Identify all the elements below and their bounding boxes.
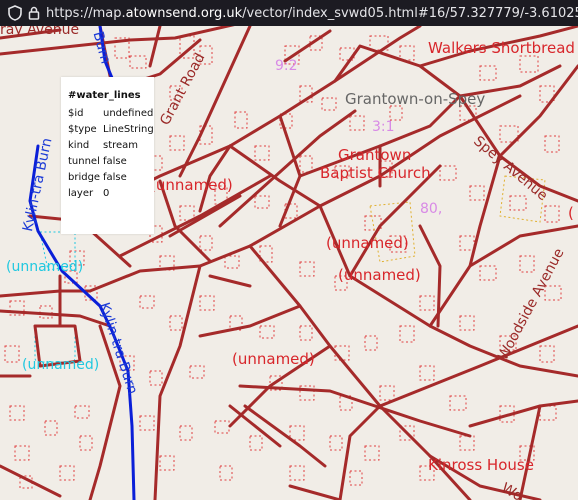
url-prefix: https://map.: [46, 5, 126, 21]
unnamed-road-label-4: (unnamed): [232, 350, 315, 368]
popup-row: tunnel false: [68, 153, 154, 169]
url-domain: atownsend.org.uk: [125, 5, 243, 21]
unnamed-road-label-1: (unnamed): [150, 176, 233, 194]
popup-key: layer: [68, 187, 94, 199]
address-number-label-3: 80,: [420, 201, 443, 217]
baptist-church-label-line2: Baptist Church: [320, 164, 431, 182]
url-path: /vector/index_svwd05.html#16/57.327779/-…: [242, 5, 578, 21]
unnamed-road-label-3: (unnamed): [338, 266, 421, 284]
popup-title: #water_lines: [68, 90, 141, 101]
popup-key: kind: [68, 139, 90, 151]
popup-row: layer 0: [68, 185, 154, 201]
map-view[interactable]: Walkers Shortbread Grantown-on-Spey Gran…: [0, 26, 578, 500]
popup-row: kind stream: [68, 137, 154, 153]
feature-info-popup: #water_lines $id undefined $type LineStrin…: [61, 77, 154, 234]
edge-paren-label: (: [568, 204, 574, 222]
popup-value: false: [103, 155, 127, 167]
grantown-place-label: Grantown-on-Spey: [345, 90, 486, 108]
kinross-house-label: Kinross House: [428, 456, 534, 474]
popup-value: 0: [103, 187, 110, 199]
popup-row: bridge false: [68, 169, 154, 185]
unnamed-water-label-2: (unnamed): [22, 357, 100, 373]
popup-key: tunnel: [68, 155, 100, 167]
popup-value: false: [103, 171, 127, 183]
unnamed-water-label-1: (unnamed): [6, 259, 84, 275]
url-field[interactable]: https://map.atownsend.org.uk/vector/inde…: [46, 6, 578, 21]
browser-address-bar: https://map.atownsend.org.uk/vector/inde…: [0, 0, 578, 26]
popup-value: LineString: [103, 123, 154, 135]
baptist-church-label-line1: Grantown: [338, 146, 412, 164]
popup-row: $type LineString: [68, 121, 154, 137]
popup-key: $type: [68, 123, 97, 135]
unnamed-road-label-2: (unnamed): [326, 234, 409, 252]
water-areas-layer: [34, 231, 76, 363]
address-number-label-1: 9:2: [275, 58, 298, 74]
lock-icon[interactable]: [28, 4, 40, 22]
popup-key: $id: [68, 107, 84, 119]
walkers-shortbread-label: Walkers Shortbread: [428, 39, 575, 57]
popup-row: $id undefined: [68, 105, 154, 121]
popup-value: undefined: [103, 107, 154, 119]
shield-icon[interactable]: [8, 4, 22, 22]
address-number-label-2: 3:1: [372, 119, 395, 135]
ray-avenue-label: ray Avenue: [0, 26, 80, 38]
popup-value: stream: [103, 139, 139, 151]
popup-key: bridge: [68, 171, 101, 183]
